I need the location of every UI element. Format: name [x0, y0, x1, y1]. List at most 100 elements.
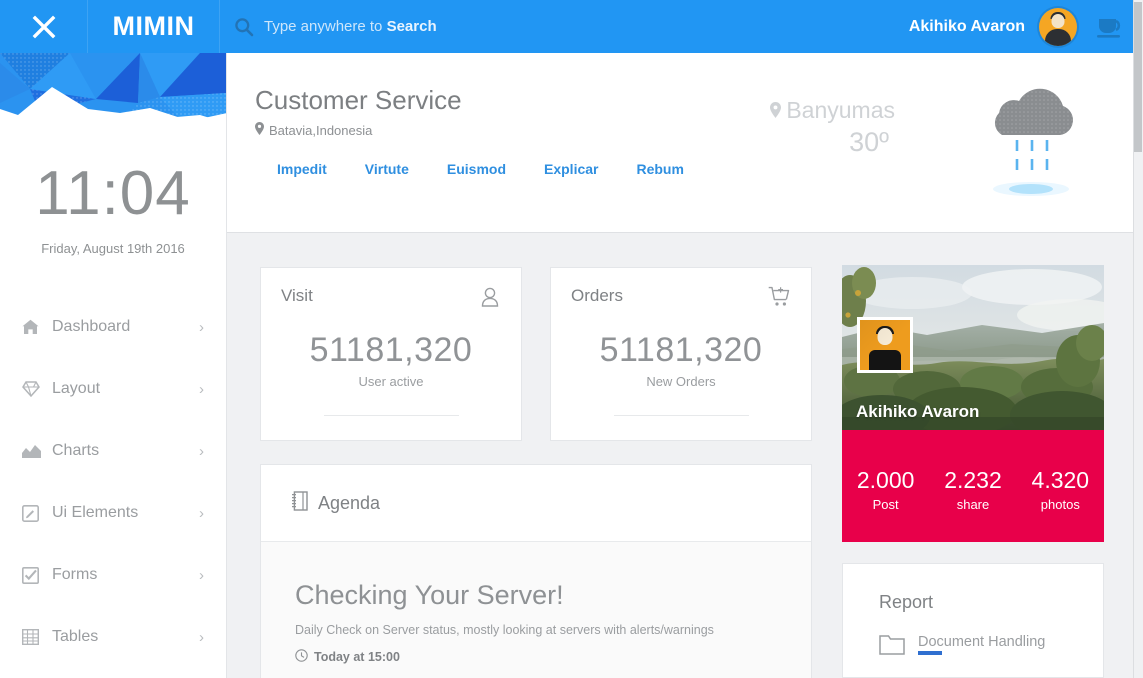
search-icon	[234, 17, 254, 37]
profile-name: Akihiko Avaron	[856, 402, 979, 422]
diamond-icon	[22, 381, 52, 397]
weather-widget: Banyumas 30º	[735, 75, 1115, 215]
table-grid-icon	[22, 629, 52, 645]
pencil-square-icon	[22, 505, 52, 522]
header-link-virtute[interactable]: Virtute	[365, 161, 409, 177]
header-link-euismod[interactable]: Euismod	[447, 161, 506, 177]
chevron-right-icon: ›	[199, 629, 204, 646]
rain-cloud-icon	[975, 75, 1085, 210]
shopping-cart-icon	[768, 286, 791, 313]
profile-stat-value: 2.000	[857, 467, 915, 494]
report-progress-bar	[918, 651, 1045, 655]
coffee-cup-icon[interactable]	[1095, 14, 1127, 40]
sidebar-item-label: Layout	[52, 380, 199, 398]
stat-card-visit: Visit 51181,320 User active	[260, 267, 522, 441]
profile-stat-label: share	[944, 497, 1002, 512]
close-button[interactable]	[0, 0, 88, 53]
report-title: Report	[843, 564, 1103, 613]
page-scrollbar-track[interactable]	[1133, 0, 1143, 678]
stat-title: Visit	[281, 286, 313, 306]
sidebar-item-label: Charts	[52, 442, 199, 460]
search-placeholder-prefix: Type anywhere to	[264, 18, 387, 35]
sidebar-polygon-banner	[0, 53, 227, 131]
search-placeholder: Type anywhere to Search	[264, 18, 437, 35]
chevron-right-icon: ›	[199, 567, 204, 584]
user-outline-icon	[479, 286, 501, 313]
profile-stat-photos: 4.320 photos	[1032, 467, 1090, 512]
sidebar-item-tables[interactable]: Tables ›	[0, 606, 226, 668]
agenda-description: Daily Check on Server status, mostly loo…	[295, 623, 777, 637]
page-title: Customer Service	[255, 85, 462, 116]
profile-cover-photo: Akihiko Avaron	[842, 265, 1104, 430]
header-link-rebum[interactable]: Rebum	[636, 161, 683, 177]
stat-card-header: Visit	[281, 286, 501, 313]
topbar-right-group: Akihiko Avaron	[909, 0, 1133, 53]
sidebar-item-label: Tables	[52, 628, 199, 646]
page-header-links: Impedit Virtute Euismod Explicar Rebum	[277, 161, 684, 177]
profile-stat-share: 2.232 share	[944, 467, 1002, 512]
sidebar-menu: Dashboard › Layout › Charts ›	[0, 296, 226, 668]
stat-subtitle: New Orders	[571, 374, 791, 389]
sidebar-item-label: Ui Elements	[52, 504, 199, 522]
profile-card: Akihiko Avaron 2.000 Post 2.232 share 4.…	[842, 265, 1104, 542]
dashboard-app: MIMIN Type anywhere to Search Akihiko Av…	[0, 0, 1143, 678]
profile-stat-post: 2.000 Post	[857, 467, 915, 512]
chevron-right-icon: ›	[199, 443, 204, 460]
top-navigation-bar: MIMIN Type anywhere to Search Akihiko Av…	[0, 0, 1133, 53]
search-input[interactable]: Type anywhere to Search	[220, 0, 909, 53]
weather-city-label: Banyumas	[786, 97, 895, 124]
stat-divider	[324, 415, 459, 416]
brand-logo[interactable]: MIMIN	[88, 0, 220, 53]
agenda-card-body: Checking Your Server! Daily Check on Ser…	[261, 542, 811, 678]
report-item-body: Document Handling	[918, 633, 1045, 655]
close-icon	[30, 13, 58, 41]
stat-card-orders: Orders 51181,320 New Orders	[550, 267, 812, 441]
main-content: Visit 51181,320 User active Orders	[227, 234, 1133, 678]
stat-subtitle: User active	[281, 374, 501, 389]
sidebar-date: Friday, August 19th 2016	[0, 241, 226, 256]
chevron-right-icon: ›	[199, 505, 204, 522]
page-location: Batavia,Indonesia	[255, 122, 372, 138]
folder-icon	[879, 633, 905, 660]
page-scrollbar-thumb[interactable]	[1134, 2, 1142, 152]
report-card: Report Document Handling	[842, 563, 1104, 678]
sidebar-item-label: Dashboard	[52, 318, 199, 336]
search-placeholder-strong: Search	[387, 18, 437, 35]
weather-temperature: 30º	[849, 127, 889, 158]
sidebar-clock: 11:04	[0, 163, 226, 225]
page-header: Customer Service Batavia,Indonesia Imped…	[227, 53, 1133, 233]
header-link-impedit[interactable]: Impedit	[277, 161, 327, 177]
stat-value: 51181,320	[281, 331, 501, 370]
sidebar-item-forms[interactable]: Forms ›	[0, 544, 226, 606]
map-marker-icon	[255, 122, 264, 138]
profile-avatar[interactable]	[857, 317, 913, 373]
report-item-label: Document Handling	[918, 634, 1045, 650]
agenda-time-label: Today at 15:00	[314, 650, 400, 664]
report-progress-fill	[918, 651, 942, 655]
chart-area-icon	[22, 444, 52, 459]
stat-title: Orders	[571, 286, 623, 306]
check-square-icon	[22, 567, 52, 584]
avatar[interactable]	[1039, 8, 1077, 46]
agenda-heading: Checking Your Server!	[295, 580, 777, 611]
agenda-card: Agenda Checking Your Server! Daily Check…	[260, 464, 812, 678]
map-marker-icon	[770, 97, 781, 124]
clock-icon	[295, 649, 308, 665]
stat-card-header: Orders	[571, 286, 791, 313]
page-location-label: Batavia,Indonesia	[269, 123, 372, 138]
sidebar: 11:04 Friday, August 19th 2016 Dashboard…	[0, 53, 227, 678]
header-link-explicar[interactable]: Explicar	[544, 161, 598, 177]
agenda-time-row: Today at 15:00	[295, 649, 777, 665]
sidebar-item-charts[interactable]: Charts ›	[0, 420, 226, 482]
address-book-icon	[291, 491, 309, 516]
profile-stats-bar: 2.000 Post 2.232 share 4.320 photos	[842, 430, 1104, 542]
agenda-title: Agenda	[318, 493, 380, 514]
sidebar-item-ui-elements[interactable]: Ui Elements ›	[0, 482, 226, 544]
home-icon	[22, 319, 52, 335]
sidebar-item-dashboard[interactable]: Dashboard ›	[0, 296, 226, 358]
stat-divider	[614, 415, 749, 416]
report-item[interactable]: Document Handling	[843, 613, 1103, 660]
sidebar-item-layout[interactable]: Layout ›	[0, 358, 226, 420]
weather-city-row: Banyumas	[770, 97, 895, 124]
agenda-card-header: Agenda	[261, 465, 811, 542]
